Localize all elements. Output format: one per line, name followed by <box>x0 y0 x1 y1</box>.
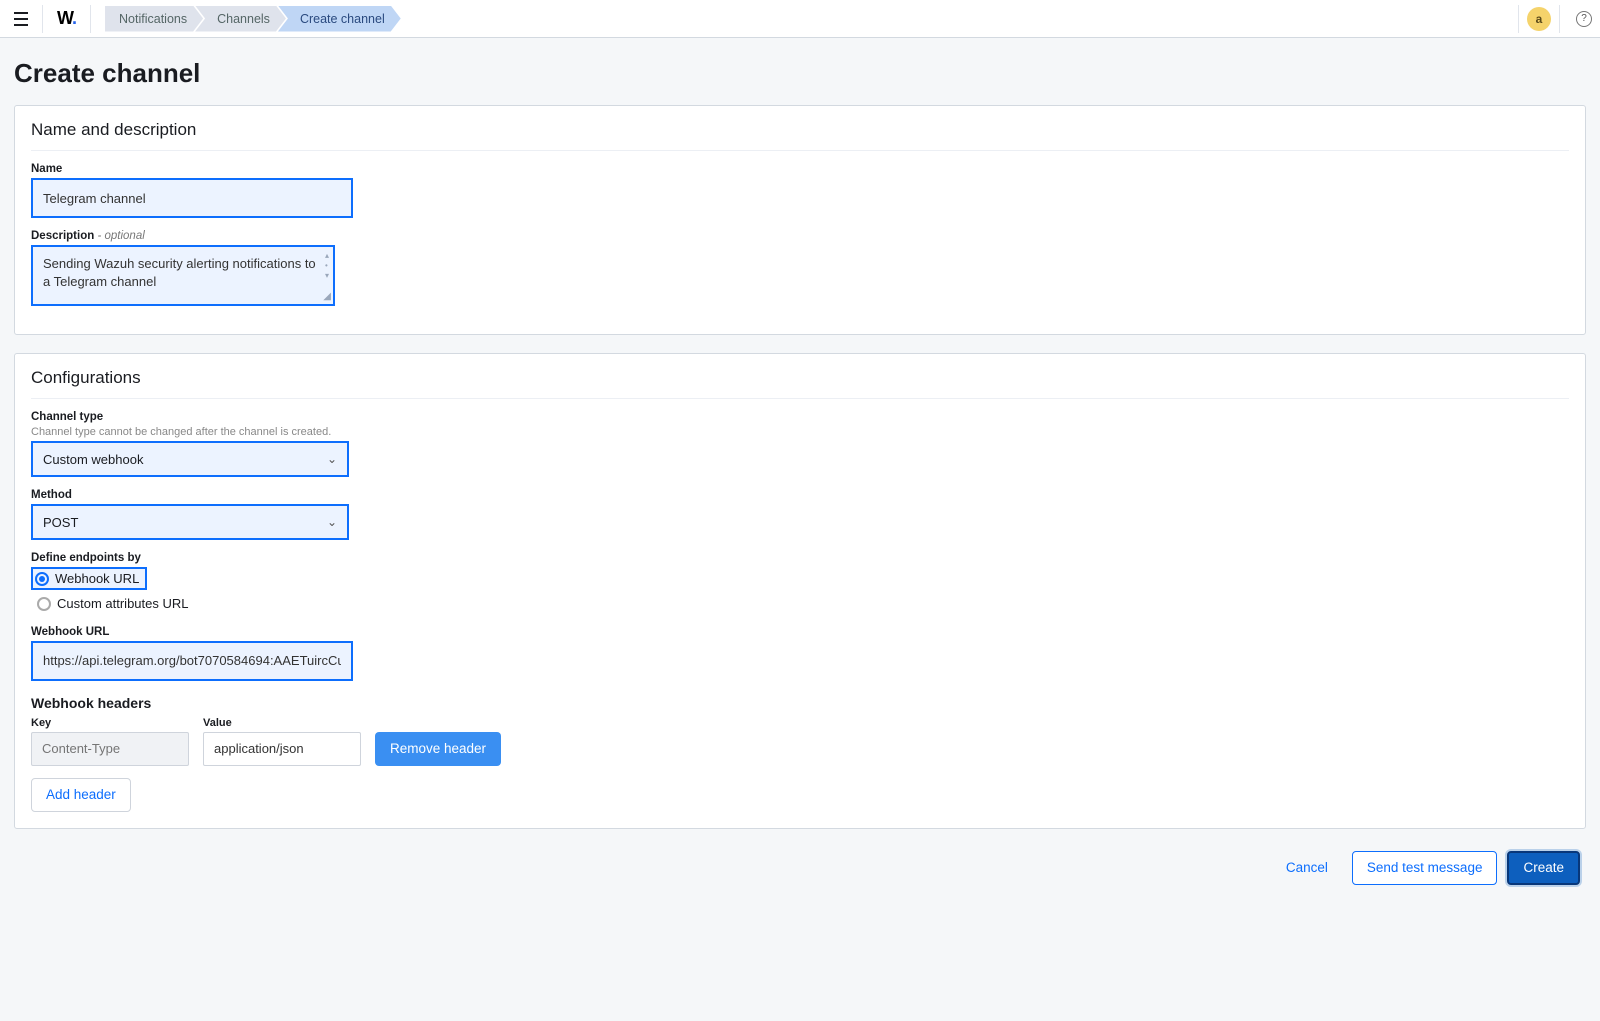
radio-checked-icon <box>35 572 49 586</box>
textarea-resize-icon[interactable]: ◢ <box>323 291 331 302</box>
panel-name-description: Name and description Name Description - … <box>14 105 1586 335</box>
breadcrumb-item[interactable]: Notifications <box>105 6 203 32</box>
help-icon[interactable]: ? <box>1576 11 1592 27</box>
avatar[interactable]: a <box>1527 7 1551 31</box>
divider <box>42 5 43 33</box>
panel-configurations: Configurations Channel type Channel type… <box>14 353 1586 829</box>
radio-webhook-url[interactable]: Webhook URL <box>31 567 147 590</box>
section-heading: Configurations <box>31 368 1569 399</box>
method-select[interactable]: POST ⌄ <box>31 504 349 540</box>
add-header-button[interactable]: Add header <box>31 778 131 812</box>
divider <box>1559 5 1560 33</box>
description-textarea[interactable]: Sending Wazuh security alerting notifica… <box>33 247 333 301</box>
name-label: Name <box>31 163 1569 175</box>
radio-label: Webhook URL <box>55 571 139 586</box>
endpoints-label: Define endpoints by <box>31 552 1569 564</box>
chevron-down-icon: ⌄ <box>327 515 337 529</box>
footer-actions: Cancel Send test message Create <box>14 847 1586 891</box>
name-input[interactable] <box>33 180 351 216</box>
radio-unchecked-icon <box>37 597 51 611</box>
webhook-headers-heading: Webhook headers <box>31 695 1569 711</box>
chevron-down-icon: ⌄ <box>327 452 337 466</box>
radio-label: Custom attributes URL <box>57 596 189 611</box>
create-button[interactable]: Create <box>1507 851 1580 885</box>
breadcrumb-item[interactable]: Channels <box>195 6 286 32</box>
divider <box>1518 5 1519 33</box>
hamburger-icon[interactable] <box>8 6 34 32</box>
topbar: W. Notifications Channels Create channel… <box>0 0 1600 38</box>
app-logo[interactable]: W. <box>51 8 82 29</box>
cancel-button[interactable]: Cancel <box>1272 851 1342 885</box>
breadcrumb-item-current[interactable]: Create channel <box>278 6 401 32</box>
header-value-input[interactable] <box>203 732 361 766</box>
send-test-message-button[interactable]: Send test message <box>1352 851 1498 885</box>
webhook-url-label: Webhook URL <box>31 626 1569 638</box>
remove-header-button[interactable]: Remove header <box>375 732 501 766</box>
page-title: Create channel <box>14 58 1586 89</box>
breadcrumb: Notifications Channels Create channel <box>105 6 393 32</box>
description-label: Description - optional <box>31 230 1569 242</box>
header-row: Key Value Remove header <box>31 717 1569 766</box>
section-heading: Name and description <box>31 120 1569 151</box>
header-value-label: Value <box>203 717 361 729</box>
radio-custom-attributes-url[interactable]: Custom attributes URL <box>31 594 195 613</box>
header-key-input <box>31 732 189 766</box>
method-label: Method <box>31 489 1569 501</box>
webhook-url-input[interactable] <box>33 643 351 679</box>
textarea-handles-icon: ▴•▾ <box>325 251 329 280</box>
channel-type-value: Custom webhook <box>43 452 143 467</box>
divider <box>90 5 91 33</box>
channel-type-select[interactable]: Custom webhook ⌄ <box>31 441 349 477</box>
header-key-label: Key <box>31 717 189 729</box>
channel-type-label: Channel type <box>31 411 1569 423</box>
channel-type-help: Channel type cannot be changed after the… <box>31 426 1569 438</box>
method-value: POST <box>43 515 78 530</box>
